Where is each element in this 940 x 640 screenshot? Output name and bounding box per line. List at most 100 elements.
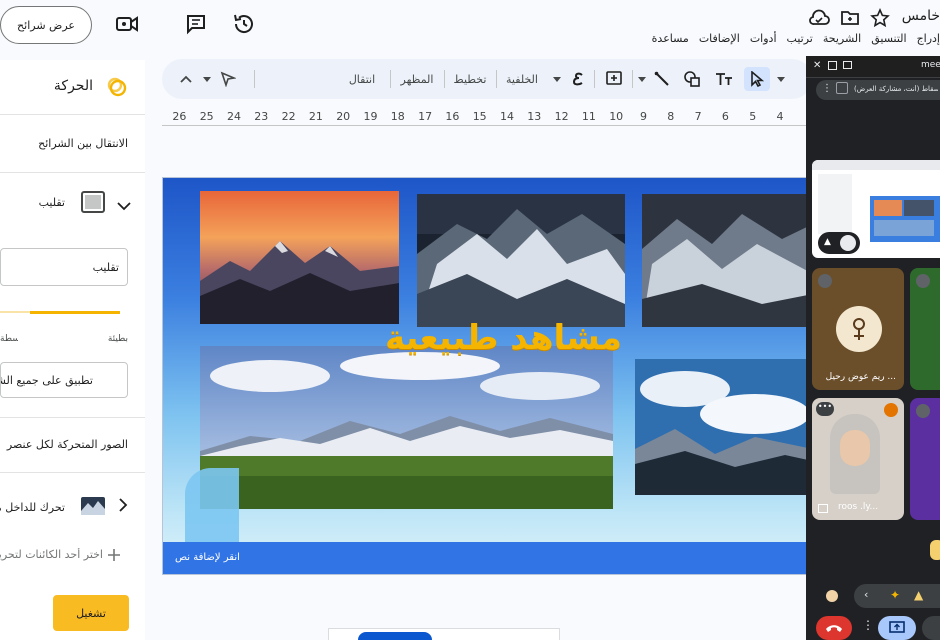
select-tool-icon[interactable] (744, 67, 770, 91)
skin-tone-icon[interactable] (826, 590, 838, 602)
ruler-tick-label: 4 (776, 110, 784, 123)
snowy-mountain-photo[interactable] (417, 194, 625, 327)
laser-pointer-icon[interactable] (216, 67, 240, 91)
screen-share-preview[interactable]: ▲ (812, 160, 940, 258)
stop-sharing-control[interactable]: ▲ (818, 232, 860, 254)
meet-shared-tab-bar[interactable]: ⋮ (أنت، مشاركة العرض) وإسقاط (816, 80, 940, 100)
text-box-icon[interactable] (712, 67, 736, 91)
picture-in-picture-icon[interactable] (843, 61, 852, 69)
menu-item-arrange[interactable]: ترتيب (787, 32, 813, 45)
ruler-tick-label: 15 (472, 110, 487, 123)
line-dropdown-icon[interactable] (636, 67, 648, 91)
transition-button[interactable]: انتقال (342, 67, 382, 91)
menu-item-help[interactable]: مساعدة (652, 32, 689, 45)
leave-call-button[interactable] (816, 616, 852, 640)
expand-chevron-icon[interactable] (118, 497, 128, 516)
shape-tool-icon[interactable] (680, 67, 704, 91)
transition-type-dropdown[interactable]: تقليب (0, 248, 128, 286)
expand-icon[interactable] (828, 61, 837, 70)
menu-item-extensions[interactable]: الإضافات (699, 32, 740, 45)
participant-camera-tile[interactable]: ••• roos .ly... (812, 398, 904, 520)
preview-panel (818, 174, 852, 234)
video-call-icon[interactable] (113, 10, 141, 38)
speaking-indicator-icon (884, 403, 898, 417)
slideshow-button[interactable]: عرض شرائح (0, 6, 92, 44)
menu-item-insert[interactable]: إدراج (917, 32, 940, 45)
input-tools-dropdown-icon[interactable] (550, 67, 564, 91)
toolbar-separator (594, 70, 595, 88)
party-popper-icon[interactable]: ✦ (890, 588, 900, 602)
toolbar-separator (496, 70, 497, 88)
captions-button[interactable] (922, 616, 940, 640)
apply-all-button[interactable]: تطبيق على جميع الشرائح (0, 362, 128, 398)
collapse-chevron-icon[interactable] (117, 196, 131, 215)
more-options-icon[interactable]: ⋮ (862, 618, 874, 632)
speed-slider[interactable] (0, 308, 120, 316)
slide-title[interactable]: مشاهد طبيعية (385, 318, 622, 358)
ruler-tick-label: 23 (254, 110, 269, 123)
speed-slow-label: بطيئة (107, 334, 128, 344)
menu-item-tools[interactable]: أدوات (750, 32, 777, 45)
layout-button[interactable]: تخطيط (450, 67, 490, 91)
preview-slide (870, 196, 940, 242)
ruler-tick-label: 16 (445, 110, 460, 123)
theme-button[interactable]: المظهر (396, 67, 438, 91)
line-tool-icon[interactable] (650, 67, 674, 91)
input-tools-icon[interactable] (566, 67, 590, 91)
background-button[interactable]: الخلفية (502, 67, 542, 91)
close-icon[interactable]: ✕ (813, 60, 821, 71)
ruler-tick-label: 17 (418, 110, 433, 123)
participant-tile-4[interactable] (910, 398, 940, 520)
zoom-dropdown-icon[interactable] (774, 67, 788, 91)
reactions-prev-icon[interactable]: ‹ (864, 588, 868, 601)
present-off-icon[interactable] (840, 235, 856, 251)
reactions-bar[interactable]: ‹ ✦ ▲ (854, 584, 940, 608)
background-label: الخلفية (506, 72, 538, 86)
motion-panel: الحركة الانتقال بين الشرائح تقليب تقليب … (0, 60, 145, 640)
motion-icon (106, 76, 128, 102)
document-title[interactable]: خامس (902, 8, 940, 24)
speed-medium-label: متوسطة (0, 334, 18, 344)
slider-fill (30, 311, 120, 314)
ruler-tick-label: 22 (281, 110, 296, 123)
shared-tab-caption: (أنت، مشاركة العرض) وإسقاط (854, 85, 938, 93)
theme-label: المظهر (400, 72, 434, 86)
pin-icon[interactable] (818, 504, 828, 513)
add-animation-icon[interactable] (107, 547, 121, 561)
menu-item-slide[interactable]: الشريحة (823, 32, 861, 45)
move-to-folder-icon[interactable] (836, 4, 864, 32)
comment-add-icon[interactable] (602, 67, 626, 91)
participant-tile-2[interactable] (910, 268, 940, 390)
version-history-icon[interactable] (230, 10, 258, 38)
play-button[interactable]: تشغيل (53, 595, 129, 631)
menu-item-format[interactable]: التنسيق (871, 32, 906, 45)
horizontal-ruler: 4 5 6 7 8 9 10 11 12 13 14 15 16 17 18 19 20 21 22 23 24 25 26 (162, 104, 807, 130)
slide-canvas[interactable]: مشاهد طبيعية انقر لإضافة نص (162, 177, 812, 575)
meet-window-titlebar: ✕ meet (806, 56, 940, 78)
comments-icon[interactable] (182, 10, 210, 38)
scroll-indicator[interactable] (358, 632, 432, 640)
thumbs-up-icon[interactable]: ▲ (914, 588, 923, 602)
more-options-icon[interactable]: ••• (816, 402, 834, 416)
present-now-button[interactable] (878, 616, 916, 640)
add-object-hint: اختر أحد الكائنات لتحريكه (0, 548, 103, 561)
mic-off-icon (916, 274, 930, 288)
collapse-toolbar-icon[interactable] (176, 67, 196, 91)
transition-type: تقليب (38, 196, 65, 209)
animation-item-label[interactable]: تحرك للداخل مع (0, 501, 65, 514)
cloudy-peaks-photo[interactable] (635, 359, 811, 495)
preview-toolbar (812, 160, 940, 170)
meet-window-title: meet (921, 60, 940, 70)
slide-transition-heading: الانتقال بين الشرائح (38, 137, 128, 150)
star-icon[interactable] (866, 4, 894, 32)
green-valley-photo[interactable] (200, 346, 613, 509)
pointer-dropdown-icon[interactable] (200, 67, 214, 91)
mountain-range-photo[interactable] (642, 194, 811, 327)
caption-placeholder[interactable]: انقر لإضافة نص (163, 542, 811, 574)
divider (0, 472, 145, 473)
participant-tile-1[interactable]: ريم عوض رحيل ... (812, 268, 904, 390)
divider (0, 114, 145, 115)
cloud-save-icon[interactable] (805, 4, 833, 32)
more-vert-icon[interactable]: ⋮ (822, 83, 832, 94)
sunset-mountain-photo[interactable] (200, 191, 399, 324)
